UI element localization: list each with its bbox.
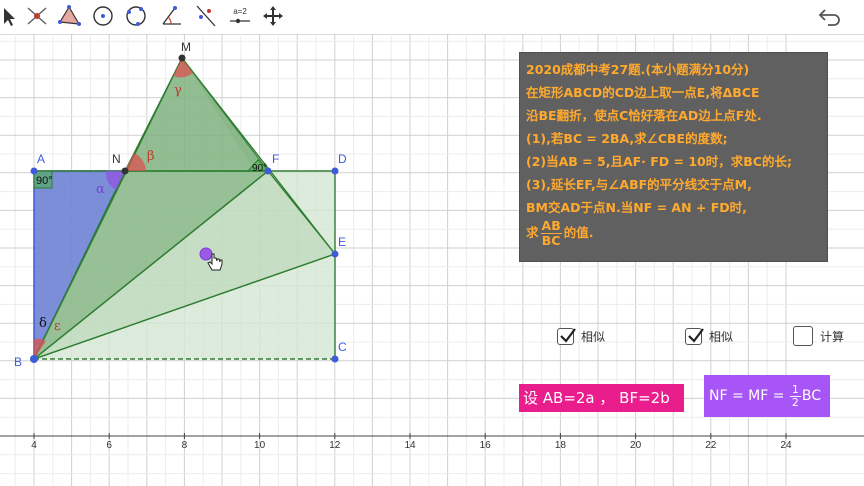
label-c: C bbox=[338, 340, 347, 354]
angle-a-label: 90° bbox=[36, 175, 53, 187]
angle-alpha-label: α bbox=[96, 182, 105, 197]
point-a[interactable] bbox=[30, 167, 38, 175]
svg-text:a=2: a=2 bbox=[233, 7, 247, 16]
label-b: B bbox=[14, 355, 22, 369]
checkbox-box[interactable] bbox=[685, 328, 704, 345]
x-axis-tick-label: 18 bbox=[555, 440, 567, 451]
label-e: E bbox=[338, 235, 346, 249]
point-m[interactable] bbox=[178, 54, 186, 62]
point-d[interactable] bbox=[331, 167, 339, 175]
move-arrow-icon[interactable] bbox=[0, 2, 22, 30]
nf-prefix: NF = MF = bbox=[709, 388, 785, 404]
point-tool-icon[interactable] bbox=[22, 2, 52, 30]
checkbox-box[interactable] bbox=[557, 328, 576, 345]
x-axis-tick-label: 12 bbox=[329, 440, 341, 451]
move-graphics-view-icon[interactable] bbox=[258, 2, 288, 30]
nf-relation-box: NF = MF = 1 2 BC bbox=[704, 375, 830, 417]
nf-suffix: BC bbox=[801, 388, 822, 404]
x-axis-tick-label: 24 bbox=[780, 440, 792, 451]
point-f[interactable] bbox=[264, 167, 272, 175]
fraction-denominator: BC bbox=[541, 233, 561, 248]
angle-tool-icon[interactable] bbox=[157, 2, 187, 30]
checkbox-label: 相似 bbox=[709, 330, 734, 344]
x-axis-tick-label: 20 bbox=[630, 440, 642, 451]
angle-beta-label: β bbox=[147, 149, 155, 164]
slider-tool-icon[interactable]: a=2 bbox=[225, 2, 255, 30]
checkbox-similar-2[interactable]: 相似 bbox=[685, 328, 733, 345]
half-fraction: 12 bbox=[789, 382, 801, 409]
problem-line-5: (2)当AB = 5,且AF· FD = 10时，求BC的长; bbox=[526, 154, 792, 169]
point-b[interactable] bbox=[30, 355, 38, 363]
assumption-box: 设 AB=2a ， BF=2b bbox=[519, 384, 684, 412]
problem-line-2: 在矩形ABCD的CD边上取一点E,将ΔBCE bbox=[526, 85, 760, 100]
x-axis-tick-label: 14 bbox=[404, 440, 416, 451]
angle-gamma-label: γ bbox=[174, 83, 182, 98]
angle-epsilon-label: ε bbox=[54, 319, 61, 334]
toolbar: a=2 bbox=[0, 0, 864, 35]
angle-delta-label: δ bbox=[39, 316, 47, 331]
label-n: N bbox=[112, 152, 121, 166]
point-e[interactable] bbox=[331, 250, 339, 258]
x-axis-tick-label: 4 bbox=[31, 440, 37, 451]
problem-line-8: 求 AB BC 的值. bbox=[526, 219, 821, 248]
point-n[interactable] bbox=[121, 167, 129, 175]
polygon-tool-icon[interactable] bbox=[54, 2, 84, 30]
problem-line-1: 2020成都中考27题.(本小题满分10分) bbox=[526, 62, 750, 77]
checkbox-similar-1[interactable]: 相似 bbox=[557, 328, 605, 345]
undo-icon[interactable] bbox=[816, 4, 844, 28]
problem-statement: 2020成都中考27题.(本小题满分10分) 在矩形ABCD的CD边上取一点E,… bbox=[519, 52, 828, 262]
fraction-ab-bc: AB BC bbox=[540, 218, 562, 248]
hand-cursor-icon bbox=[207, 253, 223, 271]
x-axis-tick-label: 8 bbox=[182, 440, 188, 451]
half-denominator: 2 bbox=[791, 395, 799, 409]
problem-line-4: (1),若BC = 2BA,求∠CBE的度数; bbox=[526, 131, 728, 146]
checkbox-label: 相似 bbox=[581, 330, 606, 344]
half-numerator: 1 bbox=[789, 382, 801, 397]
problem-line-8-prefix: 求 bbox=[526, 225, 539, 240]
x-axis-tick-label: 16 bbox=[480, 440, 492, 451]
x-axis-tick-label: 6 bbox=[106, 440, 112, 451]
checkbox-label: 计算 bbox=[820, 329, 845, 344]
reflect-line-icon[interactable] bbox=[191, 2, 221, 30]
circle-center-point-icon[interactable] bbox=[88, 2, 118, 30]
x-axis-tick-label: 10 bbox=[254, 440, 266, 451]
label-a: A bbox=[37, 152, 45, 166]
label-m: M bbox=[181, 40, 191, 54]
point-c[interactable] bbox=[331, 355, 339, 363]
problem-line-7: BM交AD于点N.当NF = AN + FD时, bbox=[526, 200, 747, 215]
fraction-numerator: AB bbox=[540, 218, 562, 234]
label-d: D bbox=[338, 152, 347, 166]
circle-three-points-icon[interactable] bbox=[121, 2, 151, 30]
problem-line-8-suffix: 的值. bbox=[563, 225, 594, 240]
x-axis-tick-label: 22 bbox=[705, 440, 717, 451]
problem-line-6: (3),延长EF,与∠ABF的平分线交于点M, bbox=[526, 177, 752, 192]
checkbox-box[interactable] bbox=[793, 326, 813, 346]
label-f: F bbox=[272, 152, 279, 166]
problem-line-3: 沿BE翻折，使点C恰好落在AD边上点F处. bbox=[526, 108, 762, 123]
checkbox-calculate[interactable]: 计算 bbox=[793, 326, 844, 346]
